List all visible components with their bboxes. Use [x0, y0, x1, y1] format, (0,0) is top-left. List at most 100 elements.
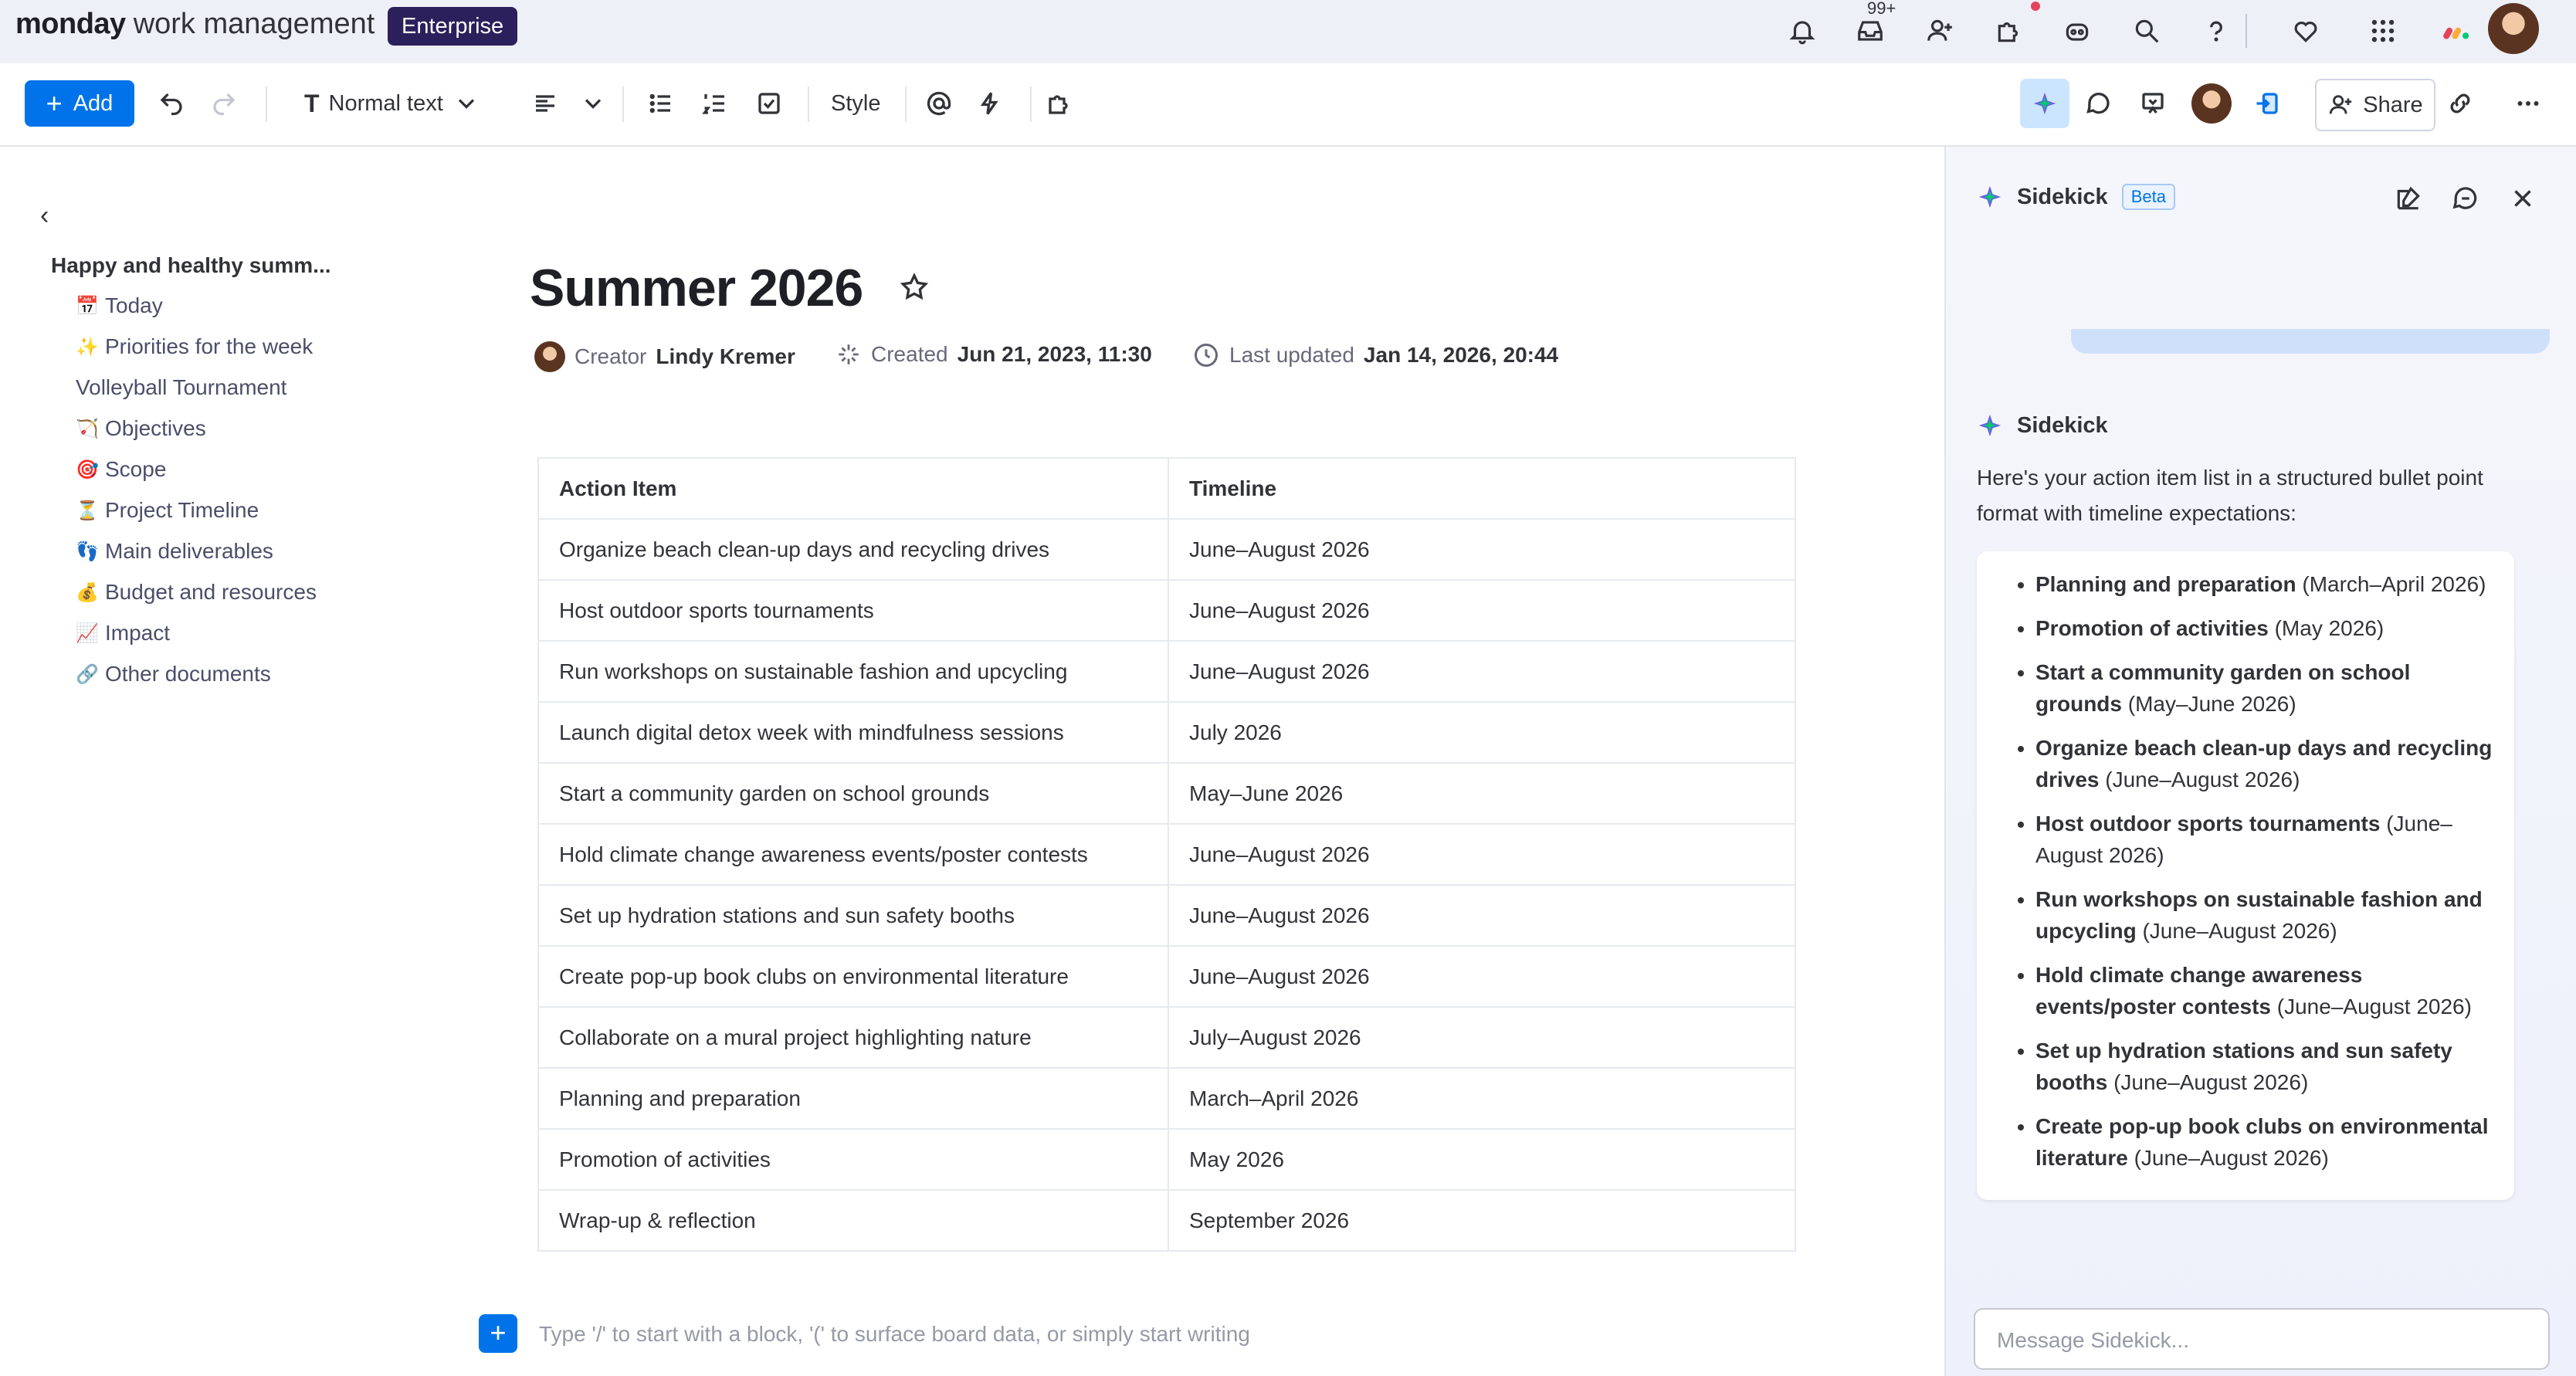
style-button[interactable]: Style — [831, 82, 880, 125]
undo-icon[interactable] — [158, 82, 185, 125]
app-grid-icon[interactable] — [2361, 9, 2405, 53]
table-cell[interactable]: June–August 2026 — [1168, 579, 1796, 642]
sidebar-item-impact[interactable]: 📈 Impact — [76, 621, 170, 646]
clock-icon — [1195, 344, 1218, 367]
link-icon: 🔗 — [76, 663, 99, 685]
sidekick-intro-text: Here's your action item list in a struct… — [1977, 466, 2483, 525]
sidekick-panel: Sidekick Beta Sidekick Here's your actio… — [1944, 147, 2576, 1376]
collapse-sidebar-icon[interactable]: ‹ — [40, 201, 49, 231]
bow-arrow-icon: 🏹 — [76, 418, 99, 439]
list-item: Set up hydration stations and sun safety… — [2035, 1035, 2494, 1098]
search-icon[interactable] — [2125, 9, 2168, 53]
table-cell[interactable]: Promotion of activities — [537, 1128, 1169, 1191]
column-header-action-item[interactable]: Action Item — [537, 457, 1169, 520]
new-chat-icon[interactable] — [2394, 184, 2423, 217]
table-cell[interactable]: Launch digital detox week with mindfulne… — [537, 701, 1169, 764]
brand-logo[interactable]: monday work management — [15, 8, 375, 41]
table-cell[interactable]: July 2026 — [1168, 701, 1796, 764]
mention-icon[interactable] — [925, 82, 953, 125]
sidebar-item-today[interactable]: 📅 Today — [76, 293, 163, 318]
help-icon[interactable] — [2195, 9, 2238, 53]
text-style-dropdown[interactable]: T Normal text — [304, 82, 480, 125]
creator-name[interactable]: Lindy Kremer — [656, 344, 795, 369]
more-options-icon[interactable] — [2514, 82, 2542, 125]
table-cell[interactable]: Planning and preparation — [537, 1067, 1169, 1130]
bullet-list-icon[interactable] — [647, 82, 675, 125]
page-title[interactable]: Summer 2026 — [530, 258, 863, 318]
plus-icon: + — [46, 87, 63, 119]
chevron-down-icon — [585, 99, 602, 109]
sidebar-item-other-docs[interactable]: 🔗 Other documents — [76, 662, 271, 686]
sidebar-item-label: Impact — [105, 621, 171, 645]
table-cell[interactable]: Collaborate on a mural project highlight… — [537, 1006, 1169, 1069]
favorites-heart-icon[interactable] — [2284, 9, 2327, 53]
add-button[interactable]: + Add — [25, 80, 134, 127]
message-sidekick-input[interactable]: Message Sidekick... — [1974, 1308, 2550, 1370]
sidebar-item-timeline[interactable]: ⏳ Project Timeline — [76, 498, 259, 523]
table-cell[interactable]: Organize beach clean-up days and recycli… — [537, 518, 1169, 581]
toolbar-divider — [622, 86, 624, 122]
table-cell[interactable]: June–August 2026 — [1168, 945, 1796, 1008]
table-row: Promotion of activities May 2026 — [537, 1128, 1796, 1191]
sidekick-sparkle-icon — [1978, 414, 2001, 437]
table-cell[interactable]: Start a community garden on school groun… — [537, 762, 1169, 825]
sidebar-item-volleyball[interactable]: Volleyball Tournament — [76, 375, 286, 400]
table-cell[interactable]: Host outdoor sports tournaments — [537, 579, 1169, 642]
document-area: ‹ Happy and healthy summ... 📅 Today ✨ Pr… — [0, 147, 1944, 1376]
user-avatar[interactable] — [2488, 3, 2539, 54]
table-row: Hold climate change awareness events/pos… — [537, 823, 1796, 886]
star-icon[interactable] — [899, 272, 930, 307]
creator-avatar[interactable] — [534, 341, 565, 372]
table-cell[interactable]: March–April 2026 — [1168, 1067, 1796, 1130]
checklist-icon[interactable] — [755, 82, 783, 125]
comment-icon[interactable] — [2085, 82, 2113, 125]
monday-logo-icon[interactable] — [2435, 9, 2479, 53]
sidekick-toggle-button[interactable] — [2020, 79, 2069, 128]
table-header-row: Action Item Timeline — [537, 457, 1796, 520]
workspace-title[interactable]: Happy and healthy summ... — [51, 253, 331, 278]
collaborator-avatar[interactable] — [2191, 83, 2232, 124]
add-block-button[interactable]: + — [479, 1314, 517, 1353]
share-button[interactable]: Share — [2315, 79, 2435, 131]
present-icon[interactable] — [2139, 82, 2167, 125]
bell-icon[interactable] — [1781, 9, 1824, 53]
integrations-puzzle-icon[interactable] — [1046, 82, 1073, 125]
align-dropdown[interactable] — [531, 82, 607, 125]
column-header-timeline[interactable]: Timeline — [1168, 457, 1796, 520]
chat-history-icon[interactable] — [2451, 184, 2480, 217]
table-cell[interactable]: June–August 2026 — [1168, 518, 1796, 581]
numbered-list-icon[interactable] — [701, 82, 729, 125]
table-cell[interactable]: Run workshops on sustainable fashion and… — [537, 640, 1169, 703]
table-cell[interactable]: Hold climate change awareness events/pos… — [537, 823, 1169, 886]
sidebar-item-scope[interactable]: 🎯 Scope — [76, 457, 166, 482]
move-to-board-icon[interactable] — [2253, 82, 2281, 125]
table-cell[interactable]: May 2026 — [1168, 1128, 1796, 1191]
copy-link-icon[interactable] — [2446, 82, 2474, 125]
table-cell[interactable]: June–August 2026 — [1168, 823, 1796, 886]
table-cell[interactable]: May–June 2026 — [1168, 762, 1796, 825]
list-item: Planning and preparation (March–April 20… — [2035, 568, 2494, 600]
apps-puzzle-icon[interactable] — [1988, 9, 2031, 53]
table-cell[interactable]: June–August 2026 — [1168, 884, 1796, 947]
ai-assistant-icon[interactable] — [2056, 9, 2099, 53]
sidebar-item-priorities[interactable]: ✨ Priorities for the week — [76, 334, 313, 359]
money-bag-icon: 💰 — [76, 581, 99, 603]
sidekick-sparkle-icon — [1978, 185, 2001, 208]
table-cell[interactable]: Wrap-up & reflection — [537, 1189, 1169, 1252]
table-cell[interactable]: September 2026 — [1168, 1189, 1796, 1252]
sidebar-item-budget[interactable]: 💰 Budget and resources — [76, 580, 317, 605]
table-cell[interactable]: Create pop-up book clubs on environmenta… — [537, 945, 1169, 1008]
editor-placeholder[interactable]: Type '/' to start with a block, '(' to s… — [539, 1322, 1250, 1347]
bullet-timeline: (June–August 2026) — [2099, 768, 2300, 791]
table-cell[interactable]: July–August 2026 — [1168, 1006, 1796, 1069]
redo-icon[interactable] — [210, 82, 238, 125]
sidebar-item-deliverables[interactable]: 👣 Main deliverables — [76, 539, 273, 564]
close-icon[interactable] — [2508, 184, 2537, 217]
table-cell[interactable]: Set up hydration stations and sun safety… — [537, 884, 1169, 947]
bullet-timeline: (June–August 2026) — [2271, 995, 2472, 1018]
invite-member-icon[interactable] — [1918, 9, 1961, 53]
table-row: Wrap-up & reflection September 2026 — [537, 1189, 1796, 1252]
table-cell[interactable]: June–August 2026 — [1168, 640, 1796, 703]
automation-bolt-icon[interactable] — [976, 82, 1004, 125]
sidebar-item-objectives[interactable]: 🏹 Objectives — [76, 416, 206, 441]
